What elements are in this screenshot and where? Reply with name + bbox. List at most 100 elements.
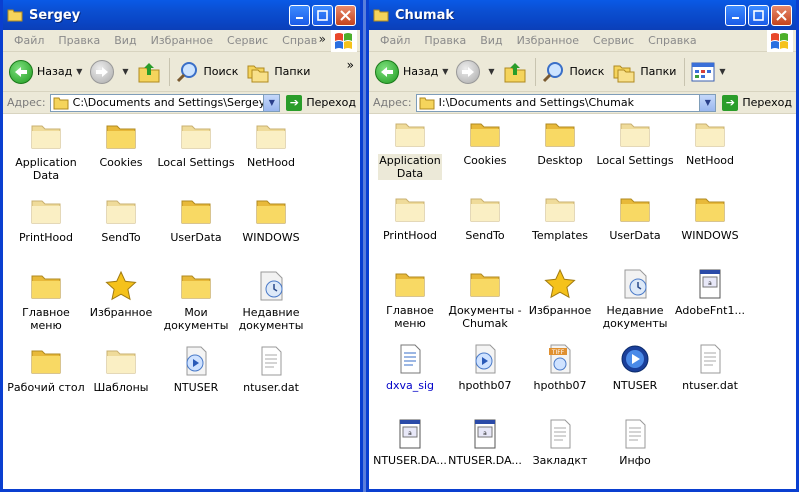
file-item[interactable]: Избранное [520, 268, 600, 317]
file-item[interactable]: ntuser.dat [670, 343, 750, 392]
file-item[interactable]: NTUSER [156, 345, 236, 394]
address-field[interactable]: C:\Documents and Settings\Sergey ▼ [49, 93, 281, 112]
forward-button[interactable]: ▼ [456, 59, 495, 84]
file-item[interactable]: a AdobeFnt1... [670, 268, 750, 317]
menu-edit[interactable]: Правка [417, 34, 473, 47]
menu-tools[interactable]: Сервис [586, 34, 641, 47]
views-button[interactable]: ▼ [691, 61, 726, 83]
close-button[interactable] [335, 4, 356, 26]
file-item[interactable]: Инфо [595, 418, 675, 467]
chevron-down-icon[interactable]: ▼ [76, 67, 82, 76]
back-button[interactable]: Назад ▼ [375, 59, 448, 84]
file-item[interactable]: Cookies [81, 120, 161, 169]
file-item[interactable]: UserData [156, 195, 236, 244]
address-field[interactable]: I:\Documents and Settings\Chumak ▼ [415, 93, 717, 112]
minimize-icon [295, 17, 303, 19]
maximize-button[interactable] [748, 4, 769, 26]
file-item-label: ntuser.dat [682, 379, 738, 392]
explorer-window-chumak[interactable]: Chumak Файл Правка Вид Избранное Сервис … [366, 0, 799, 492]
back-button[interactable]: Назад ▼ [9, 59, 82, 84]
file-item[interactable]: Мои документы [156, 270, 236, 332]
file-item[interactable]: dxva_sig [370, 343, 450, 392]
file-item[interactable]: UserData [595, 193, 675, 242]
file-item[interactable]: Документы - Chumak [445, 268, 525, 330]
folder-pale-icon [468, 193, 502, 225]
file-item[interactable]: Local Settings [156, 120, 236, 169]
file-item[interactable]: Cookies [445, 118, 525, 167]
file-item[interactable]: Templates [520, 193, 600, 242]
file-item[interactable]: Главное меню [6, 270, 86, 332]
menu-view[interactable]: Вид [107, 34, 143, 47]
window-title: Sergey [29, 7, 81, 23]
file-item[interactable]: NTUSER [595, 343, 675, 392]
chevron-down-icon[interactable]: ▼ [719, 67, 725, 76]
menu-help[interactable]: Справка [641, 34, 703, 47]
folders-button[interactable]: Папки [246, 60, 310, 84]
file-item[interactable]: WINDOWS [231, 195, 311, 244]
search-button[interactable]: Поиск [176, 60, 238, 84]
file-item[interactable]: Local Settings [595, 118, 675, 167]
chevron-down-icon[interactable]: ▼ [488, 67, 494, 76]
folders-button[interactable]: Папки [612, 60, 676, 84]
file-item[interactable]: NetHood [670, 118, 750, 167]
file-item[interactable]: Desktop [520, 118, 600, 167]
svg-text:a: a [408, 430, 412, 437]
menu-favorites[interactable]: Избранное [144, 34, 220, 47]
menu-view[interactable]: Вид [473, 34, 509, 47]
menu-file[interactable]: Файл [373, 34, 417, 47]
menu-file[interactable]: Файл [7, 34, 51, 47]
close-button[interactable] [771, 4, 792, 26]
file-item[interactable]: NetHood [231, 120, 311, 169]
maximize-button[interactable] [312, 4, 333, 26]
file-item[interactable]: ntuser.dat [231, 345, 311, 394]
up-folder-button[interactable] [503, 60, 527, 84]
file-item-label: Cookies [99, 156, 143, 169]
file-item[interactable]: Рабочий стол [6, 345, 86, 394]
up-folder-button[interactable] [137, 60, 161, 84]
file-item[interactable]: Избранное [81, 270, 161, 319]
file-item[interactable]: Application Data [6, 120, 86, 182]
file-item[interactable]: Закладкт [520, 418, 600, 467]
file-item[interactable]: a NTUSER.DA... [445, 418, 525, 467]
toolbar-overflow-icon[interactable]: » [347, 58, 354, 72]
file-item[interactable]: SendTo [445, 193, 525, 242]
go-button[interactable]: ➔ Переход [722, 94, 792, 111]
maximize-icon [753, 9, 764, 21]
file-item[interactable]: PrintHood [6, 195, 86, 244]
file-item-label: Cookies [463, 154, 507, 167]
file-item[interactable]: Недавние документы [595, 268, 675, 330]
file-item[interactable]: hpothb07 [445, 343, 525, 392]
minimize-button[interactable] [725, 4, 746, 26]
address-dropdown-icon[interactable]: ▼ [263, 94, 280, 111]
menu-edit[interactable]: Правка [51, 34, 107, 47]
title-bar[interactable]: Sergey [3, 0, 360, 30]
go-arrow-icon: ➔ [286, 94, 303, 111]
file-item[interactable]: TIFF hpothb07 [520, 343, 600, 392]
file-item[interactable]: Главное меню [370, 268, 450, 330]
explorer-window-sergey[interactable]: Sergey Файл Правка Вид Избранное Сервис … [0, 0, 363, 492]
file-item[interactable]: Недавние документы [231, 270, 311, 332]
toolbar: Назад ▼ ▼ Поиск Папки » [3, 52, 360, 92]
chevron-down-icon[interactable]: ▼ [442, 67, 448, 76]
file-item[interactable]: WINDOWS [670, 193, 750, 242]
file-item[interactable]: SendTo [81, 195, 161, 244]
file-item[interactable]: PrintHood [370, 193, 450, 242]
file-item[interactable]: Application Data [370, 118, 450, 180]
folder-icon [29, 345, 63, 377]
file-item[interactable]: Шаблоны [81, 345, 161, 394]
file-item-label: PrintHood [18, 231, 74, 244]
go-button[interactable]: ➔ Переход [286, 94, 356, 111]
search-button[interactable]: Поиск [542, 60, 604, 84]
menu-overflow-icon[interactable]: » [319, 32, 326, 46]
forward-button[interactable]: ▼ [90, 59, 129, 84]
title-bar[interactable]: Chumak [369, 0, 796, 30]
file-item-label: Главное меню [386, 304, 434, 330]
menu-help[interactable]: Справ [275, 34, 324, 47]
chevron-down-icon[interactable]: ▼ [122, 67, 128, 76]
folder-icon [179, 195, 213, 227]
file-item[interactable]: a NTUSER.DA... [370, 418, 450, 467]
menu-favorites[interactable]: Избранное [510, 34, 586, 47]
address-dropdown-icon[interactable]: ▼ [699, 94, 716, 111]
minimize-button[interactable] [289, 4, 310, 26]
menu-tools[interactable]: Сервис [220, 34, 275, 47]
